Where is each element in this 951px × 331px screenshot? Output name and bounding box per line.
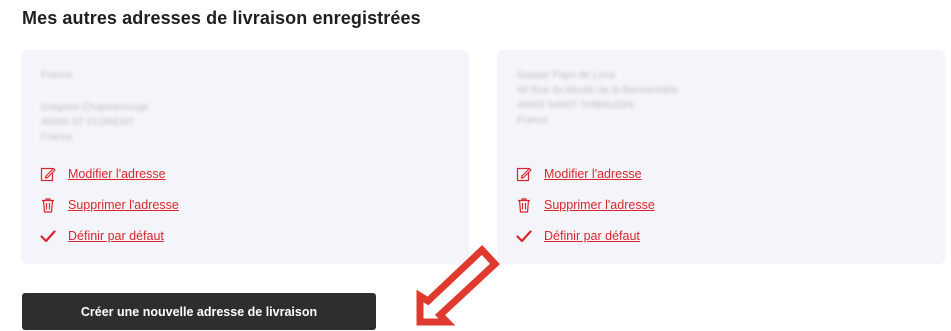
delete-address-link[interactable]: Supprimer l'adresse: [516, 197, 655, 213]
address-line: France: [41, 70, 73, 81]
edit-address-link[interactable]: Modifier l'adresse: [40, 166, 166, 182]
checkmark-icon: [516, 230, 532, 243]
edit-address-link[interactable]: Modifier l'adresse: [516, 166, 642, 182]
set-default-label: Définir par défaut: [544, 229, 640, 243]
edit-address-label: Modifier l'adresse: [544, 167, 642, 181]
pencil-edit-icon: [516, 167, 532, 182]
address-line: Grégoire Chapeaurouge: [41, 102, 149, 113]
address-line: France: [41, 132, 73, 143]
address-text: Gaspar Papo de Lena 48 Rue du Moulin de …: [517, 68, 678, 128]
address-line: France: [517, 115, 549, 126]
delete-address-label: Supprimer l'adresse: [68, 198, 179, 212]
address-line: 46000 SAINT-THIBAUDIN: [517, 100, 634, 111]
checkmark-icon: [40, 230, 56, 243]
set-default-label: Définir par défaut: [68, 229, 164, 243]
address-card: France Grégoire Chapeaurouge 46000 ST FL…: [21, 50, 469, 264]
delete-address-label: Supprimer l'adresse: [544, 198, 655, 212]
set-default-link[interactable]: Définir par défaut: [516, 228, 640, 244]
trash-icon: [42, 198, 54, 213]
address-text: Grégoire Chapeaurouge 46000 ST FLORENT F…: [41, 100, 149, 145]
arrow-pointer-icon: [416, 245, 500, 326]
trash-icon: [518, 198, 530, 213]
address-line: 46000 ST FLORENT: [41, 117, 134, 128]
pencil-edit-icon: [40, 167, 56, 182]
delete-address-link[interactable]: Supprimer l'adresse: [40, 197, 179, 213]
address-line: Gaspar Papo de Lena: [517, 70, 615, 81]
set-default-link[interactable]: Définir par défaut: [40, 228, 164, 244]
section-title: Mes autres adresses de livraison enregis…: [22, 8, 421, 28]
create-address-button[interactable]: Créer une nouvelle adresse de livraison: [22, 293, 376, 330]
address-card: Gaspar Papo de Lena 48 Rue du Moulin de …: [497, 50, 945, 264]
address-line: 48 Rue du Moulin de la Bienvenidée: [517, 85, 678, 96]
address-text: France: [41, 68, 72, 83]
edit-address-label: Modifier l'adresse: [68, 167, 166, 181]
